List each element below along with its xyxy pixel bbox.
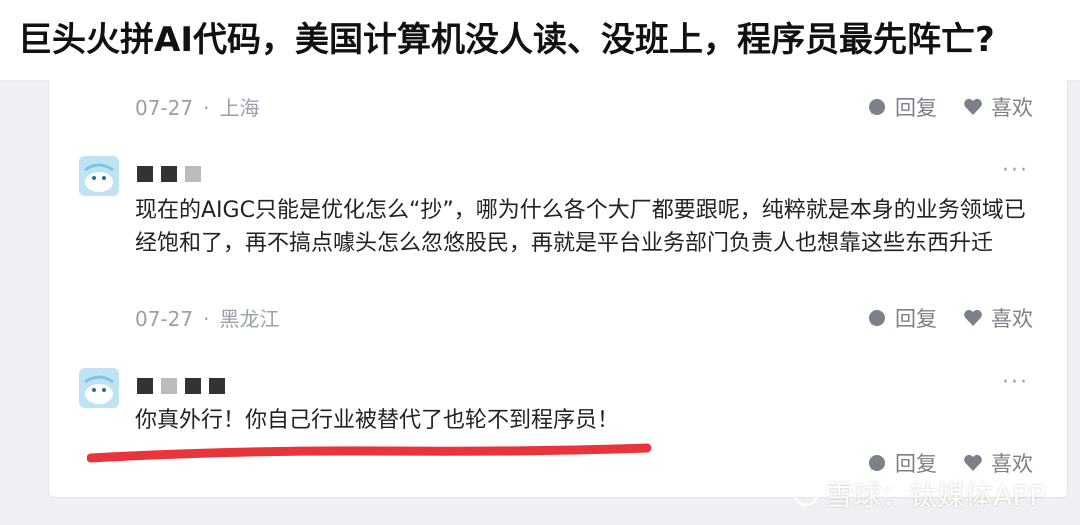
like-button[interactable]: 喜欢	[963, 92, 1033, 122]
avatar[interactable]	[79, 156, 119, 196]
comment-item: ··· 现在的AIGC只能是优化怎么“抄”，哪为什么各个大厂都要跟呢，纯粹就是本…	[79, 156, 1067, 306]
heart-icon	[964, 98, 982, 115]
comment-bubble-icon	[869, 99, 885, 115]
comment-actions: 回复 喜欢	[867, 303, 1033, 333]
meta-separator: ·	[203, 307, 210, 331]
comment-date: 07-27	[135, 96, 194, 120]
heart-icon	[964, 309, 982, 326]
comment-bubble-icon	[869, 310, 885, 326]
avatar-image	[79, 156, 119, 196]
comment-date: 07-27	[135, 307, 194, 331]
comment-text: 你真外行！你自己行业被替代了也轮不到程序员！	[135, 408, 620, 433]
watermark: 雪球：钛媒体APP	[793, 474, 1046, 514]
username-blurred	[137, 166, 201, 182]
reply-label: 回复	[895, 96, 937, 120]
watermark-text: 雪球：钛媒体APP	[825, 479, 1046, 512]
reply-button[interactable]: 回复	[867, 303, 937, 333]
username-blurred	[137, 378, 225, 394]
title-bar: 巨头火拼AI代码，美国计算机没人读、没班上，程序员最先阵亡?	[0, 0, 1080, 80]
comment-location: 上海	[219, 96, 260, 120]
reply-button[interactable]: 回复	[867, 92, 937, 122]
comment-actions: 回复 喜欢	[867, 92, 1033, 122]
more-options-icon[interactable]: ···	[1002, 370, 1029, 395]
like-label: 喜欢	[991, 96, 1033, 120]
comment-list: 07-27 · 上海 回复 喜欢 ··· 现在的AIGC只能是优化怎么“抄”，哪为什…	[48, 80, 1068, 498]
like-label: 喜欢	[991, 307, 1033, 331]
comment-meta: 07-27 · 上海	[135, 92, 259, 121]
heart-icon	[964, 454, 982, 471]
more-options-icon[interactable]: ···	[1002, 158, 1029, 183]
avatar-image	[79, 368, 119, 408]
like-button[interactable]: 喜欢	[963, 303, 1033, 333]
comment-bubble-icon	[869, 455, 885, 471]
comment-meta: 07-27 · 黑龙江	[135, 303, 279, 332]
avatar[interactable]	[79, 368, 119, 408]
comment-location: 黑龙江	[219, 307, 280, 331]
article-title: 巨头火拼AI代码，美国计算机没人读、没班上，程序员最先阵亡?	[18, 20, 995, 60]
snowball-logo-icon	[793, 481, 819, 507]
comment-text: 现在的AIGC只能是优化怎么“抄”，哪为什么各个大厂都要跟呢，纯粹就是本身的业务…	[135, 198, 1026, 256]
reply-label: 回复	[895, 307, 937, 331]
meta-separator: ·	[203, 96, 210, 120]
red-highlight-stroke	[87, 443, 652, 463]
